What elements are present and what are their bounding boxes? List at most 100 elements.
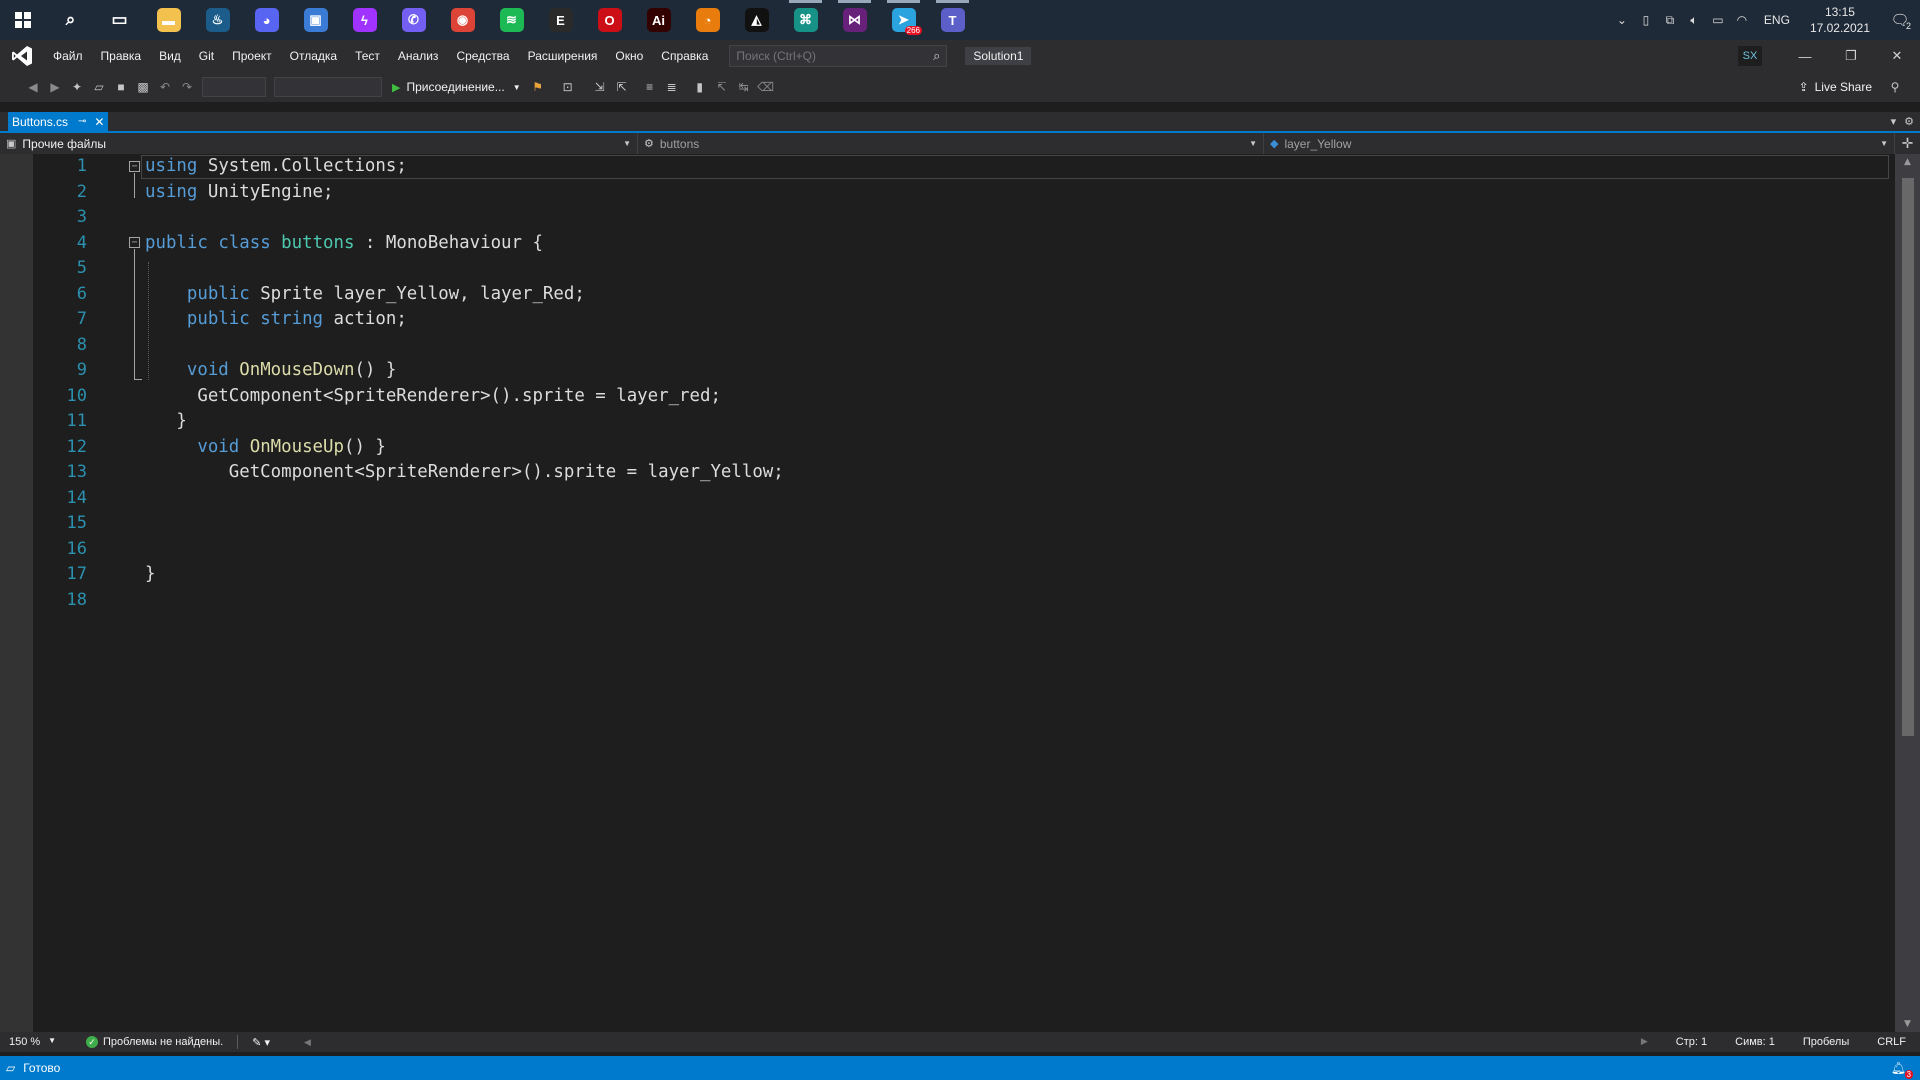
menu-item[interactable]: Тест [346, 40, 389, 72]
taskbar-app-viber[interactable]: ✆ [389, 0, 438, 40]
menu-item[interactable]: Отладка [281, 40, 346, 72]
code-line[interactable]: public string action; [145, 307, 407, 333]
tab-buttons-cs[interactable]: Buttons.cs ⊸ ✕ [8, 112, 109, 131]
project-dropdown[interactable]: ▣ Прочие файлы ▼ [0, 133, 638, 154]
platform-dropdown[interactable] [274, 77, 382, 97]
vertical-scrollbar[interactable]: ▲ ▼ [1895, 154, 1920, 1032]
taskbar-app-file-explorer[interactable]: ▬ [144, 0, 193, 40]
volume-icon[interactable]: 🔈︎ [1682, 0, 1706, 40]
action-center-button[interactable]: 🗨︎ 2 [1880, 0, 1920, 40]
code-line[interactable]: void OnMouseUp() } [145, 435, 386, 461]
taskbar-app-illustrator[interactable]: Ai [634, 0, 683, 40]
taskbar-app-messenger[interactable]: ϟ [340, 0, 389, 40]
zoom-dropdown[interactable]: 150 % ▼ [0, 1036, 62, 1048]
new-project-icon[interactable]: ✦ [66, 76, 88, 98]
code-line[interactable]: using System.Collections; [145, 154, 407, 180]
save-all-icon[interactable]: ▩ [132, 76, 154, 98]
code-line[interactable]: public Sprite layer_Yellow, layer_Red; [145, 282, 585, 308]
menu-item[interactable]: Средства [447, 40, 518, 72]
next-bookmark-icon[interactable]: ↹ [733, 76, 755, 98]
collapse-icon[interactable]: − [129, 237, 140, 248]
scrollbar-thumb[interactable] [1902, 178, 1914, 736]
uncomment-icon[interactable]: ≣ [661, 76, 683, 98]
step-over-icon[interactable]: ⇱ [611, 76, 633, 98]
clear-bookmarks-icon[interactable]: ⌫ [755, 76, 777, 98]
menu-item[interactable]: Анализ [389, 40, 448, 72]
taskbar-app-epic-games[interactable]: E [536, 0, 585, 40]
code-line[interactable]: public class buttons : MonoBehaviour { [145, 231, 543, 257]
language-indicator[interactable]: ENG [1754, 13, 1800, 27]
taskbar-app-telegram[interactable]: ➤ 266 [879, 0, 928, 40]
undo-icon[interactable]: ↶ [154, 76, 176, 98]
display-icon[interactable]: ⧉ [1658, 0, 1682, 40]
code-line[interactable]: using UnityEngine; [145, 180, 334, 206]
column-indicator[interactable]: Симв: 1 [1721, 1036, 1789, 1048]
taskbar-app-teams[interactable]: T [928, 0, 977, 40]
taskbar-app-gitkraken[interactable]: ⌘ [781, 0, 830, 40]
taskbar-app-visual-studio[interactable]: ⋈ [830, 0, 879, 40]
output-window-icon[interactable]: ▱ [6, 1061, 15, 1075]
menu-item[interactable]: Файл [44, 40, 92, 72]
menu-item[interactable]: Справка [652, 40, 717, 72]
device-icon[interactable]: ▯ [1634, 0, 1658, 40]
browser-link-icon[interactable]: ⊡ [557, 76, 579, 98]
taskbar-app-discord[interactable]: ◕ [242, 0, 291, 40]
type-dropdown[interactable]: ⚙ buttons ▼ [638, 133, 1264, 154]
windows-start-button[interactable] [0, 0, 46, 40]
battery-icon[interactable]: ▭ [1706, 0, 1730, 40]
minimize-button[interactable]: — [1782, 40, 1828, 72]
menu-item[interactable]: Расширения [519, 40, 607, 72]
forward-icon[interactable]: ▶ [44, 76, 66, 98]
code-line[interactable]: void OnMouseDown() } [145, 358, 396, 384]
prev-bookmark-icon[interactable]: ↸ [711, 76, 733, 98]
configuration-dropdown[interactable] [202, 77, 266, 97]
code-cleanup-icon[interactable]: ✎ ▾ [252, 1036, 270, 1049]
search-box[interactable]: ⌕ [729, 45, 948, 67]
feedback-icon[interactable]: ⚲ [1884, 76, 1906, 98]
scroll-up-icon[interactable]: ▲ [1895, 154, 1920, 170]
member-dropdown[interactable]: ◆ layer_Yellow ▼ [1264, 133, 1895, 154]
comment-icon[interactable]: ≡ [639, 76, 661, 98]
menu-item[interactable]: Проект [223, 40, 281, 72]
code-editor[interactable]: 1 2 3 4 5 6 7 8 9 10 11 12 13 14 15 16 17 18 − − using Sy… [0, 154, 1920, 1032]
menu-item[interactable]: Вид [150, 40, 190, 72]
live-share-button[interactable]: ⇪ Live Share [1799, 80, 1884, 94]
taskbar-app-search[interactable]: ⌕ [46, 0, 95, 40]
bookmark-icon[interactable]: ▮ [689, 76, 711, 98]
line-indicator[interactable]: Стр: 1 [1662, 1036, 1721, 1048]
save-icon[interactable]: ■ [110, 76, 132, 98]
open-file-icon[interactable]: ▱ [88, 76, 110, 98]
scroll-right-icon[interactable]: ▶ [1627, 1036, 1662, 1048]
notifications-button[interactable]: 🔔︎ 3 [1891, 1061, 1913, 1079]
taskbar-app-remote-desktop[interactable]: ▣ [291, 0, 340, 40]
search-input[interactable] [736, 49, 934, 63]
tab-list-dropdown-icon[interactable]: ▾ [1891, 115, 1897, 128]
code-line[interactable]: GetComponent<SpriteRenderer>().sprite = … [145, 460, 784, 486]
code-line[interactable]: } [145, 562, 155, 588]
close-tab-icon[interactable]: ✕ [94, 115, 104, 129]
clock[interactable]: 13:15 17.02.2021 [1800, 4, 1880, 36]
split-editor-icon[interactable]: ✛ [1895, 135, 1920, 152]
whitespace-indicator[interactable]: Пробелы [1789, 1036, 1863, 1048]
taskbar-app-unity[interactable]: ◭ [732, 0, 781, 40]
back-icon[interactable]: ◀ [22, 76, 44, 98]
taskbar-app-blender[interactable]: ◔ [683, 0, 732, 40]
redo-icon[interactable]: ↷ [176, 76, 198, 98]
user-avatar[interactable]: SX [1738, 46, 1762, 66]
search-icon[interactable]: ⌕ [933, 48, 940, 64]
hot-reload-icon[interactable]: ⚑ [527, 76, 549, 98]
menu-item[interactable]: Правка [92, 40, 151, 72]
taskbar-app-chrome[interactable]: ◉ [438, 0, 487, 40]
taskbar-app-task-view[interactable]: ▭ [95, 0, 144, 40]
settings-gear-icon[interactable]: ⚙ [1904, 115, 1914, 128]
restore-button[interactable]: ❐ [1828, 40, 1874, 72]
issues-indicator[interactable]: ✓ Проблемы не найдены. [86, 1036, 223, 1048]
step-into-icon[interactable]: ⇲ [589, 76, 611, 98]
close-window-button[interactable]: ✕ [1874, 40, 1920, 72]
scroll-down-icon[interactable]: ▼ [1895, 1016, 1920, 1032]
taskbar-app-spotify[interactable]: ≋ [487, 0, 536, 40]
line-ending-indicator[interactable]: CRLF [1863, 1036, 1920, 1048]
taskbar-app-steam[interactable]: ♨ [193, 0, 242, 40]
collapse-icon[interactable]: − [129, 161, 140, 172]
scroll-left-icon[interactable]: ◀ [304, 1037, 311, 1048]
